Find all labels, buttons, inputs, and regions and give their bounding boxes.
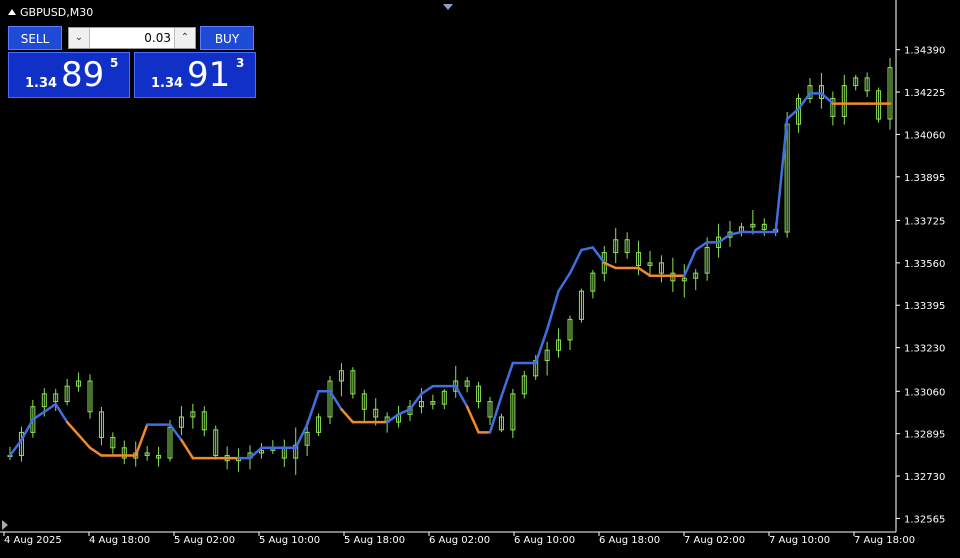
trend-segment (340, 408, 355, 424)
trend-segment (180, 438, 195, 460)
symbol-text: GBPUSD,M30 (20, 6, 94, 19)
x-tick-label: 7 Aug 10:00 (769, 535, 830, 546)
y-tick-label: 1.32730 (904, 472, 945, 483)
y-tick-label: 1.32895 (904, 430, 945, 441)
y-tick-label: 1.34225 (904, 88, 945, 99)
y-tick-label: 1.33895 (904, 173, 945, 184)
trend-segment (500, 361, 515, 398)
x-tick-label: 5 Aug 18:00 (344, 535, 405, 546)
y-tick-label: 1.34390 (904, 46, 945, 57)
buy-price-pips: 91 (187, 55, 231, 95)
x-tick-label: 5 Aug 02:00 (174, 535, 235, 546)
lot-decrease-icon[interactable]: ⌄ (69, 28, 90, 48)
x-tick-label: 6 Aug 02:00 (429, 535, 490, 546)
trend-segment (54, 402, 69, 424)
y-tick-label: 1.32565 (904, 514, 945, 525)
x-tick-label: 6 Aug 10:00 (514, 535, 575, 546)
buy-price-prefix: 1.34 (151, 76, 184, 91)
buy-price-fraction: 3 (236, 56, 245, 70)
y-tick-label: 1.34060 (904, 130, 945, 141)
trend-segment (545, 289, 560, 331)
trend-segment (65, 420, 80, 437)
sell-price-prefix: 1.34 (25, 76, 58, 91)
trend-segment (568, 248, 583, 275)
y-tick-label: 1.33395 (904, 301, 945, 312)
sell-button[interactable]: SELL (8, 26, 62, 50)
trend-segment (580, 246, 595, 252)
x-tick-label: 7 Aug 18:00 (854, 535, 915, 546)
collapse-triangle-icon[interactable] (8, 9, 16, 15)
chart-shift-marker-icon (443, 4, 453, 10)
trend-segment (88, 446, 103, 457)
trend-segment (77, 433, 92, 450)
y-tick-label: 1.33060 (904, 387, 945, 398)
x-tick-label: 5 Aug 10:00 (259, 535, 320, 546)
x-tick-label: 4 Aug 2025 (4, 535, 62, 546)
scroll-marker-icon (2, 520, 8, 530)
lot-size-value[interactable]: 0.03 (144, 28, 171, 48)
trend-segment (465, 405, 480, 434)
sell-price-pips: 89 (61, 55, 105, 95)
lot-size-field[interactable]: ⌄ 0.03 ⌃ (68, 27, 196, 49)
buy-price-button[interactable]: 1.34 91 3 (134, 52, 256, 98)
x-tick-label: 6 Aug 18:00 (599, 535, 660, 546)
trend-segment (134, 423, 149, 457)
trend-segment (637, 266, 652, 277)
trend-segment (557, 271, 572, 293)
trend-segment (420, 384, 435, 396)
y-tick-label: 1.33560 (904, 259, 945, 270)
x-tick-label: 7 Aug 02:00 (684, 535, 745, 546)
x-tick-label: 4 Aug 18:00 (89, 535, 150, 546)
one-click-trade-panel: SELL ⌄ 0.03 ⌃ BUY 1.34 89 5 1.34 91 3 (8, 26, 256, 98)
trend-segment (454, 384, 469, 408)
sell-price-button[interactable]: 1.34 89 5 (8, 52, 130, 98)
symbol-label: GBPUSD,M30 (8, 6, 93, 19)
lot-increase-icon[interactable]: ⌃ (174, 28, 195, 48)
buy-button[interactable]: BUY (200, 26, 254, 50)
trend-segment (683, 248, 697, 277)
y-tick-label: 1.33725 (904, 216, 945, 227)
sell-price-fraction: 5 (110, 56, 119, 70)
y-tick-label: 1.33230 (904, 344, 945, 355)
